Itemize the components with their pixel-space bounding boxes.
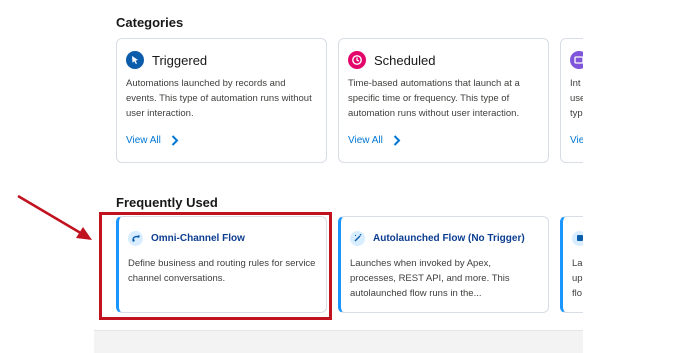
view-all-link[interactable]: View All (348, 135, 401, 146)
magic-wand-icon (350, 230, 365, 246)
view-all-link[interactable]: Vie (570, 135, 583, 146)
category-card-scheduled[interactable]: Scheduled Time-based automations that la… (338, 38, 549, 163)
categories-carousel: Triggered Automations launched by record… (94, 38, 583, 166)
screen-icon (570, 51, 583, 69)
screen-flow-icon (572, 230, 583, 246)
card-description: Launches when invoked by Apex, processes… (350, 258, 510, 299)
card-title: Scheduled (374, 52, 436, 68)
flow-card-partial[interactable]: Lau up flo (560, 216, 583, 313)
card-description: Lau up flo (572, 258, 583, 299)
categories-heading: Categories (116, 15, 184, 30)
card-title: Triggered (152, 52, 208, 68)
category-card-partial[interactable]: Int use typ Vie (560, 38, 583, 163)
frequently-used-heading: Frequently Used (116, 195, 218, 210)
view-all-link[interactable]: View All (126, 135, 179, 146)
annotation-highlight-box (99, 212, 332, 320)
chevron-right-icon (393, 135, 401, 146)
card-title: Autolaunched Flow (No Trigger) (373, 232, 525, 244)
clock-icon (348, 51, 366, 69)
card-description: Int use typ (570, 78, 583, 119)
footer-bar (94, 330, 583, 353)
annotation-arrow-icon (17, 194, 92, 240)
card-description: Automations launched by records and even… (126, 78, 312, 119)
flow-card-autolaunched[interactable]: Autolaunched Flow (No Trigger) Launches … (338, 216, 549, 313)
chevron-right-icon (171, 135, 179, 146)
category-card-triggered[interactable]: Triggered Automations launched by record… (116, 38, 327, 163)
card-description: Time-based automations that launch at a … (348, 78, 520, 119)
cursor-click-icon (126, 51, 144, 69)
